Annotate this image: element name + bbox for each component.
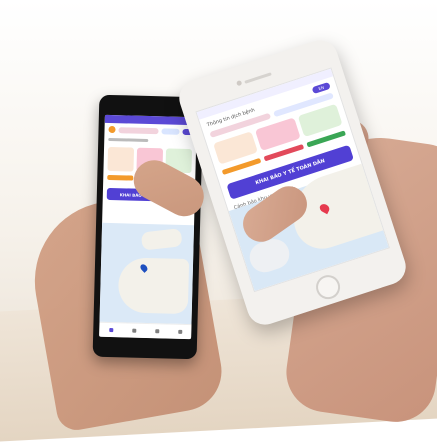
earpiece-speaker xyxy=(244,72,272,84)
qr-nav-icon[interactable] xyxy=(154,329,159,334)
front-camera-icon xyxy=(236,79,243,87)
home-nav-icon[interactable] xyxy=(108,328,113,333)
bar-orange xyxy=(107,174,134,181)
app-logo-icon xyxy=(108,125,116,134)
map-land-1 xyxy=(140,228,183,251)
android-bottom-nav xyxy=(99,321,192,340)
photo-scene: KHAI BÁO Y TẾ TOÀN DÂN Thông tin dịch bệ… xyxy=(0,0,437,443)
language-badge[interactable]: EN xyxy=(311,81,331,95)
android-screen: KHAI BÁO Y TẾ TOÀN DÂN xyxy=(99,114,197,340)
user-nav-icon[interactable] xyxy=(177,329,182,334)
android-tab-pill-1[interactable] xyxy=(118,126,159,134)
home-button[interactable] xyxy=(312,272,344,303)
stat-card-confirmed xyxy=(107,146,135,172)
map-land-2 xyxy=(245,235,294,277)
map-land-2 xyxy=(117,257,190,315)
news-nav-icon[interactable] xyxy=(131,328,136,333)
android-map[interactable] xyxy=(99,222,195,326)
android-phone: KHAI BÁO Y TẾ TOÀN DÂN xyxy=(92,94,204,360)
android-tab-pill-2[interactable] xyxy=(161,127,180,135)
